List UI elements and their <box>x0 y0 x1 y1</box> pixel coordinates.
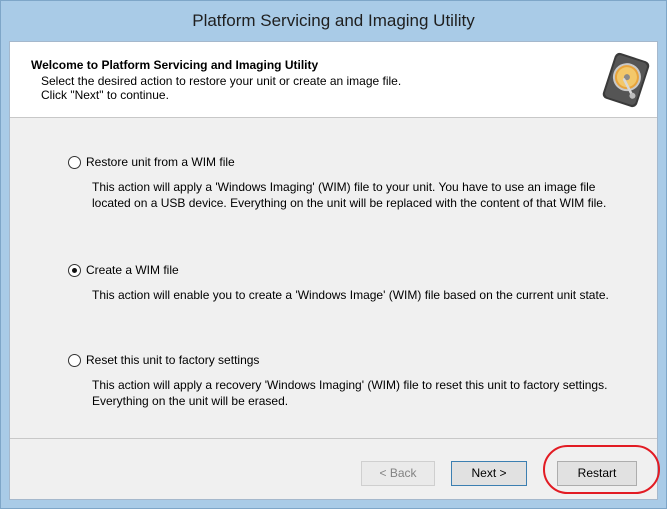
factory-reset-description: This action will apply a recovery 'Windo… <box>92 378 608 408</box>
dialog-window: Platform Servicing and Imaging Utility W… <box>0 0 667 509</box>
next-button[interactable]: Next > <box>451 461 527 486</box>
restore-wim-radio[interactable] <box>68 156 81 169</box>
restore-wim-label[interactable]: Restore unit from a WIM file <box>86 155 235 169</box>
header-instructions: Select the desired action to restore you… <box>41 74 402 88</box>
restart-button[interactable]: Restart <box>557 461 637 486</box>
create-wim-description: This action will enable you to create a … <box>92 288 609 302</box>
header-title: Welcome to Platform Servicing and Imagin… <box>31 58 319 72</box>
options-area: Restore unit from a WIM file This action… <box>10 118 657 438</box>
wizard-header: Welcome to Platform Servicing and Imagin… <box>10 42 657 118</box>
dialog-client-area: Welcome to Platform Servicing and Imagin… <box>9 41 658 500</box>
factory-reset-radio[interactable] <box>68 354 81 367</box>
header-continue-hint: Click "Next" to continue. <box>41 88 169 102</box>
window-title: Platform Servicing and Imaging Utility <box>192 11 475 30</box>
factory-reset-label[interactable]: Reset this unit to factory settings <box>86 353 259 367</box>
restore-wim-description: This action will apply a 'Windows Imagin… <box>92 180 607 210</box>
create-wim-label[interactable]: Create a WIM file <box>86 263 179 277</box>
back-button[interactable]: < Back <box>361 461 435 486</box>
create-wim-radio[interactable] <box>68 264 81 277</box>
hard-drive-icon <box>602 52 650 108</box>
footer-divider <box>10 438 657 439</box>
